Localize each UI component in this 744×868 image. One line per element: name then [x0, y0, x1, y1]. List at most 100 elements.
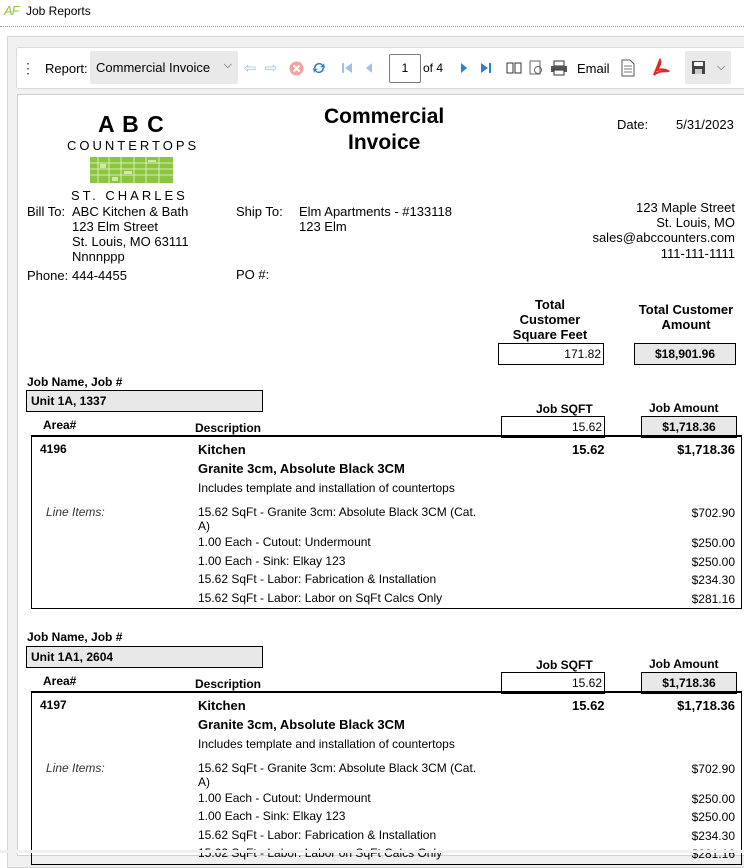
company-name-line3: ST. CHARLES [71, 188, 188, 203]
line-item-amount: $281.16 [691, 592, 735, 606]
room-sqft: 15.62 [572, 442, 605, 457]
save-dropdown[interactable]: ⌵ [685, 51, 731, 84]
note: Includes template and installation of co… [198, 737, 455, 751]
material: Granite 3cm, Absolute Black 3CM [198, 717, 405, 732]
company-address2: St. Louis, MO [656, 215, 735, 230]
line-item: 15.62 SqFt - Labor: Labor on SqFt Calcs … [198, 591, 443, 605]
job-name-value: Unit 1A, 1337 [26, 390, 263, 412]
report-select-value: Commercial Invoice [96, 60, 211, 75]
line-item-amount: $250.00 [691, 792, 735, 806]
ship-to-line: 123 Elm [299, 219, 347, 234]
first-page-icon[interactable] [338, 48, 356, 88]
forward-arrow-icon[interactable]: ⇨ [262, 48, 280, 88]
document-icon[interactable] [619, 48, 637, 88]
description-label: Description [195, 421, 262, 435]
previous-page-icon[interactable] [360, 48, 378, 88]
report-toolbar: ⋮ Report: Commercial Invoice ⌵ ⇦ ⇨ 1 of … [16, 47, 744, 89]
line-item-amount: $250.00 [691, 536, 735, 550]
line-item: 15.62 SqFt - Granite 3cm: Absolute Black… [198, 761, 477, 775]
job-amount-label: Job Amount [649, 401, 719, 415]
note: Includes template and installation of co… [198, 481, 455, 495]
line-item: 15.62 SqFt - Granite 3cm: Absolute Black… [198, 505, 477, 519]
room-name: Kitchen [198, 698, 246, 713]
line-item: 1.00 Each - Sink: Elkay 123 [198, 809, 346, 823]
line-item-continued: A) [198, 775, 210, 789]
company-name-line2: COUNTERTOPS [67, 138, 200, 153]
last-page-icon[interactable] [477, 48, 495, 88]
company-email: sales@abccounters.com [592, 230, 735, 245]
pdf-icon[interactable] [649, 48, 671, 88]
total-amount-value: $18,901.96 [634, 343, 736, 365]
ship-to-label: Ship To: [236, 204, 283, 219]
line-item: 1.00 Each - Cutout: Undermount [198, 535, 371, 549]
line-item-amount: $234.30 [691, 829, 735, 843]
job-name-label: Job Name, Job # [27, 375, 123, 389]
line-items-label: Line Items: [46, 761, 105, 775]
po-label: PO #: [236, 267, 270, 282]
line-items-label: Line Items: [46, 505, 105, 519]
job-amount-label: Job Amount [649, 657, 719, 671]
report-select[interactable]: Commercial Invoice ⌵ [90, 51, 238, 84]
chevron-down-icon: ⌵ [716, 61, 726, 73]
line-item-amount: $702.90 [691, 506, 735, 520]
report-label: Report: [45, 60, 88, 76]
chevron-down-icon: ⌵ [223, 59, 232, 71]
line-item: 15.62 SqFt - Labor: Labor on SqFt Calcs … [198, 846, 443, 860]
ship-to-line: Elm Apartments - #133118 [299, 204, 452, 219]
material: Granite 3cm, Absolute Black 3CM [198, 461, 405, 476]
job-name-value: Unit 1A1, 2604 [26, 646, 263, 668]
company-name-line1: A B C [98, 111, 165, 137]
line-item: 1.00 Each - Sink: Elkay 123 [198, 554, 346, 568]
line-item: 15.62 SqFt - Labor: Fabrication & Instal… [198, 828, 437, 842]
line-item-amount: $250.00 [691, 810, 735, 824]
page-setup-icon[interactable] [527, 48, 545, 88]
phone-label: Phone: [27, 268, 69, 283]
job-sqft-label: Job SQFT [536, 402, 593, 416]
bill-to-line: 123 Elm Street [72, 219, 158, 234]
area-label: Area# [43, 674, 77, 688]
stop-icon[interactable] [287, 48, 305, 88]
book-view-icon[interactable] [505, 48, 523, 88]
total-sqft-label: Total Customer Square Feet [512, 297, 588, 342]
line-item-amount: $702.90 [691, 762, 735, 776]
company-logo-mosaic [90, 157, 173, 183]
company-address1: 123 Maple Street [635, 200, 735, 215]
window-title: Job Reports [26, 4, 91, 18]
bill-to-line: ABC Kitchen & Bath [72, 204, 189, 219]
total-amount-label: Total Customer Amount [638, 302, 734, 332]
phone-value: 444-4455 [72, 268, 127, 283]
line-item: 1.00 Each - Cutout: Undermount [198, 791, 371, 805]
room-name: Kitchen [198, 442, 246, 457]
back-arrow-icon[interactable]: ⇦ [241, 48, 259, 88]
line-item: 15.62 SqFt - Labor: Fabrication & Instal… [198, 572, 437, 586]
invoice-title-line1: Commercial [324, 105, 445, 128]
area-number: 4196 [40, 442, 67, 456]
room-amount: $1,718.36 [677, 698, 735, 713]
line-item-continued: A) [198, 519, 210, 533]
title-bar: AF Job Reports [0, 0, 744, 24]
area-number: 4197 [40, 698, 67, 712]
divider [0, 26, 744, 27]
line-item-amount: $234.30 [691, 573, 735, 587]
job-sqft-label: Job SQFT [536, 658, 593, 672]
page-number-input[interactable]: 1 [389, 54, 421, 83]
bill-to-line: St. Louis, MO 63111 [72, 234, 189, 249]
total-sqft-value: 171.82 [498, 343, 604, 365]
job-name-label: Job Name, Job # [27, 630, 123, 644]
date-value: 5/31/2023 [676, 117, 734, 132]
company-phone: 111-111-1111 [660, 246, 735, 261]
bill-to-label: Bill To: [27, 204, 66, 219]
refresh-icon[interactable] [310, 48, 328, 88]
bill-to-line: Nnnnppp [72, 249, 125, 264]
save-icon [691, 61, 705, 74]
room-sqft: 15.62 [572, 698, 605, 713]
room-amount: $1,718.36 [677, 442, 735, 457]
print-icon[interactable] [549, 48, 569, 88]
line-item-amount: $250.00 [691, 555, 735, 569]
email-button[interactable]: Email [577, 48, 610, 88]
app-logo: AF [4, 3, 20, 18]
area-label: Area# [43, 418, 77, 432]
toolbar-grip-icon[interactable]: ⋮ [21, 48, 35, 88]
date-label: Date: [617, 117, 649, 132]
next-page-icon[interactable] [455, 48, 473, 88]
